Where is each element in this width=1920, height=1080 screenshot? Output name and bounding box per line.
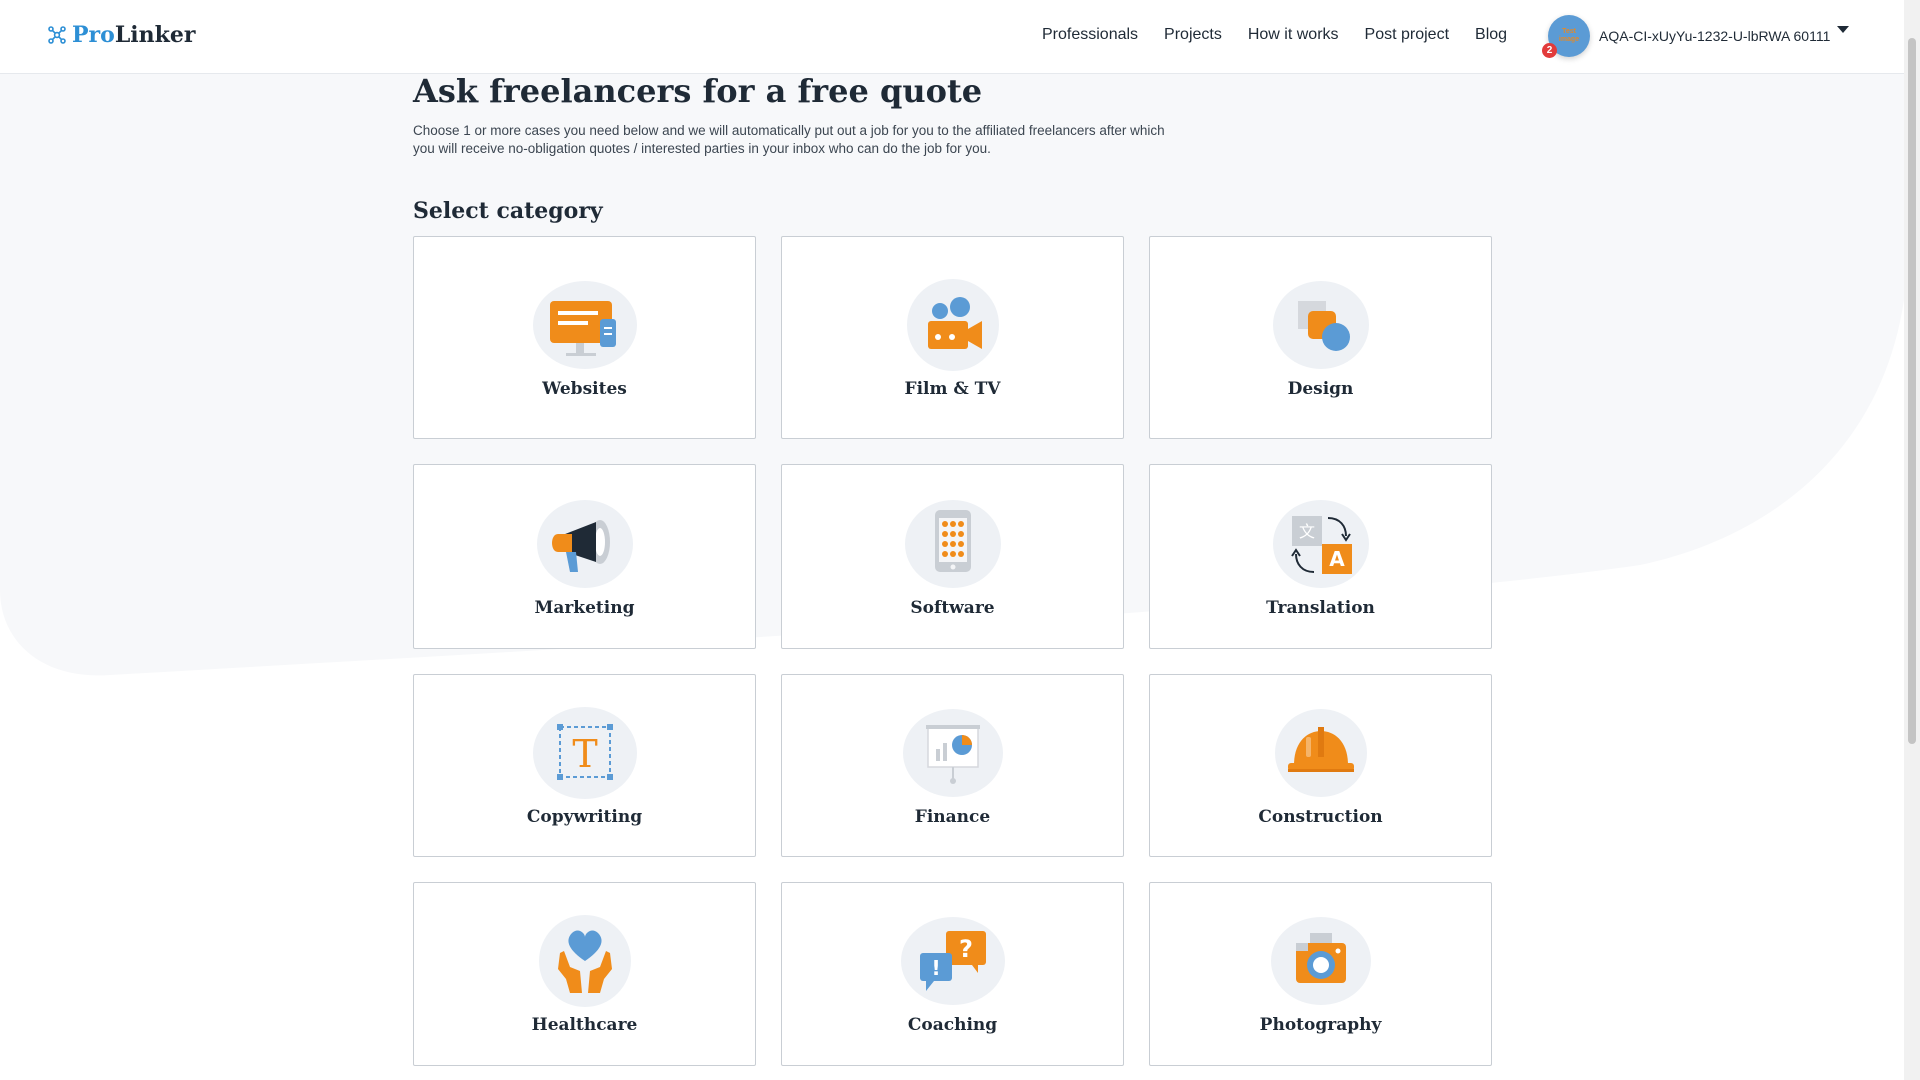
logo-icon	[48, 26, 66, 44]
category-label: Film & TV	[904, 378, 1001, 399]
category-card-design[interactable]: Design	[1149, 236, 1492, 439]
chat-bubbles-icon: ? !	[900, 917, 1005, 1005]
scrollbar[interactable]	[1904, 0, 1920, 1080]
nav-post-project[interactable]: Post project	[1365, 26, 1449, 44]
category-card-film-tv[interactable]: Film & TV	[781, 236, 1124, 439]
avatar[interactable]: Test image 2	[1542, 15, 1590, 58]
scrollbar-thumb[interactable]	[1908, 38, 1916, 744]
category-label: Websites	[542, 378, 627, 399]
category-label: Healthcare	[531, 1015, 638, 1035]
svg-text:!: !	[931, 956, 940, 980]
chart-board-icon	[902, 708, 1003, 797]
category-card-photography[interactable]: Photography	[1149, 882, 1492, 1066]
category-card-websites[interactable]: Websites	[413, 236, 756, 439]
nav-professionals[interactable]: Professionals	[1042, 26, 1138, 44]
category-label: Copywriting	[526, 806, 643, 827]
video-camera-icon	[906, 278, 999, 371]
category-card-construction[interactable]: Construction	[1149, 674, 1492, 857]
hard-hat-icon	[1274, 708, 1367, 797]
category-label: Photography	[1259, 1015, 1382, 1035]
main-content: Ask freelancers for a free quote Choose …	[413, 70, 1503, 1066]
username: AQA-CI-xUyYu-1232-U-lbRWA 60111	[1599, 28, 1831, 44]
nav-projects[interactable]: Projects	[1164, 26, 1222, 44]
translate-icon: 文 A	[1272, 499, 1369, 588]
category-card-healthcare[interactable]: Healthcare	[413, 882, 756, 1066]
megaphone-icon	[536, 499, 633, 588]
text-box-icon: T	[532, 706, 637, 799]
category-card-software[interactable]: Software	[781, 464, 1124, 649]
mobile-app-icon	[904, 499, 1001, 588]
category-label: Construction	[1258, 806, 1383, 827]
nav-how-it-works[interactable]: How it works	[1248, 26, 1339, 44]
category-label: Design	[1287, 378, 1354, 399]
page-intro: Choose 1 or more cases you need below an…	[413, 123, 1165, 156]
shapes-icon	[1272, 280, 1369, 369]
monitor-icon	[532, 280, 637, 369]
category-label: Translation	[1266, 597, 1375, 618]
category-label: Marketing	[534, 597, 635, 618]
brand-logo[interactable]: ProLinker	[46, 22, 195, 48]
nav-blog[interactable]: Blog	[1475, 26, 1507, 44]
svg-text:A: A	[1329, 547, 1345, 571]
chevron-down-icon[interactable]	[1836, 24, 1850, 34]
category-card-finance[interactable]: Finance	[781, 674, 1124, 857]
notification-badge: 2	[1542, 43, 1557, 58]
brand-name-linker: Linker	[114, 22, 196, 48]
heart-hands-icon	[538, 915, 631, 1007]
section-title: Select category	[413, 198, 603, 224]
category-card-coaching[interactable]: ? ! Coaching	[781, 882, 1124, 1066]
user-menu[interactable]: Test image 2 AQA-CI-xUyYu-1232-U-lbRWA 6…	[1542, 15, 1831, 58]
category-card-marketing[interactable]: Marketing	[413, 464, 756, 649]
category-label: Coaching	[907, 1015, 998, 1035]
svg-text:?: ?	[959, 935, 973, 963]
avatar-text: Test image	[1558, 28, 1580, 43]
main-nav: Professionals Projects How it works Post…	[1042, 26, 1507, 44]
category-card-copywriting[interactable]: T Copywriting	[413, 674, 756, 857]
category-label: Finance	[914, 806, 991, 827]
category-grid: Websites Film & TV Design Marketing Soft…	[413, 236, 1503, 1066]
page-title: Ask freelancers for a free quote	[413, 72, 983, 110]
category-card-translation[interactable]: 文 A Translation	[1149, 464, 1492, 649]
top-header: ProLinker Professionals Projects How it …	[0, 0, 1904, 74]
svg-text:T: T	[572, 732, 597, 776]
brand-name-pro: Pro	[72, 22, 115, 48]
camera-icon	[1270, 917, 1371, 1005]
svg-text:文: 文	[1298, 522, 1314, 541]
category-label: Software	[910, 597, 995, 618]
